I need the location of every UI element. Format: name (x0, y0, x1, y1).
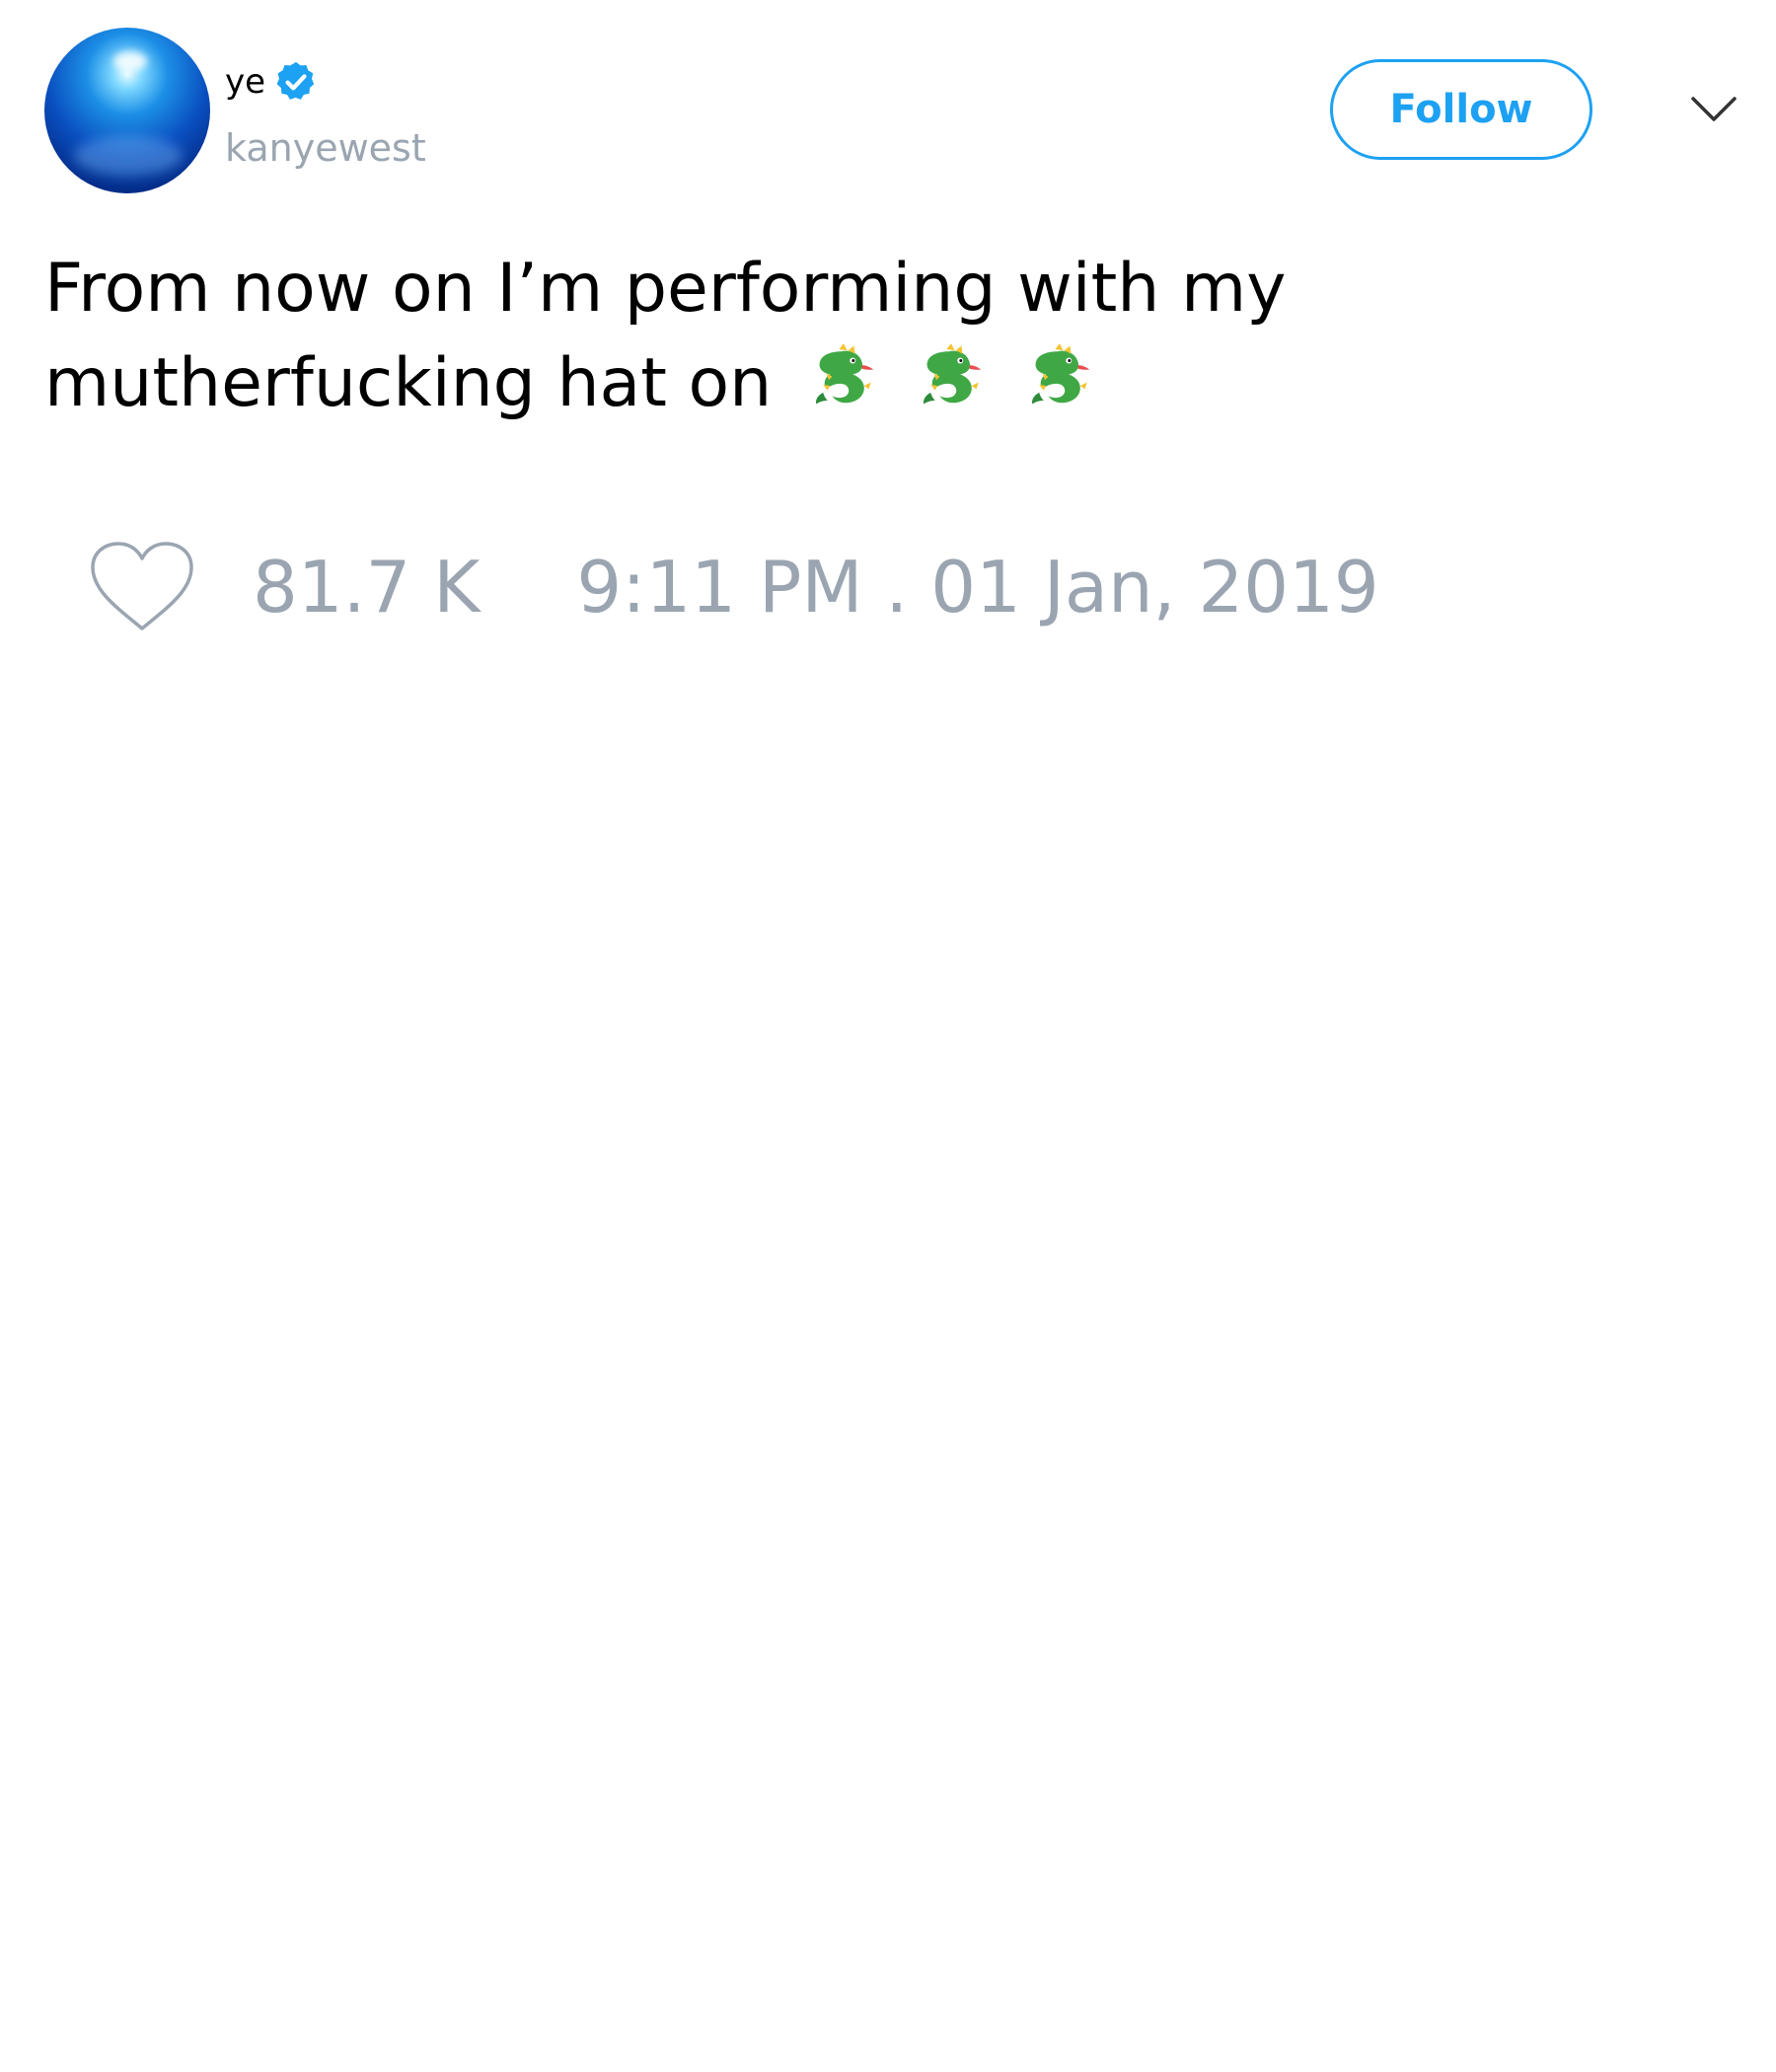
tweet-card: ye kanyewest Follow From now on I’m perf… (0, 0, 1776, 2072)
dragon-icon (1032, 343, 1090, 405)
display-name[interactable]: ye (225, 65, 265, 99)
verified-badge-icon (276, 61, 315, 100)
author-handle[interactable]: kanyewest (225, 126, 426, 172)
tweet-footer: 81.7 K 9:11 PM . 01 Jan, 2019 (89, 538, 1379, 636)
tweet-timestamp[interactable]: 9:11 PM . 01 Jan, 2019 (576, 546, 1378, 629)
heart-icon[interactable] (89, 540, 195, 634)
chevron-down-icon[interactable] (1689, 85, 1739, 134)
avatar-highlight (113, 51, 147, 71)
follow-button[interactable]: Follow (1330, 59, 1592, 160)
dragon-icon (815, 343, 873, 405)
author-name-row: ye (225, 57, 319, 107)
tweet-text: From now on I’m performing with my muthe… (44, 242, 1524, 431)
like-count: 81.7 K (253, 546, 481, 629)
avatar-reflection (74, 136, 183, 176)
dragon-icon (924, 343, 982, 405)
tweet-body: From now on I’m performing with my muthe… (44, 250, 1287, 422)
avatar[interactable] (44, 28, 210, 193)
